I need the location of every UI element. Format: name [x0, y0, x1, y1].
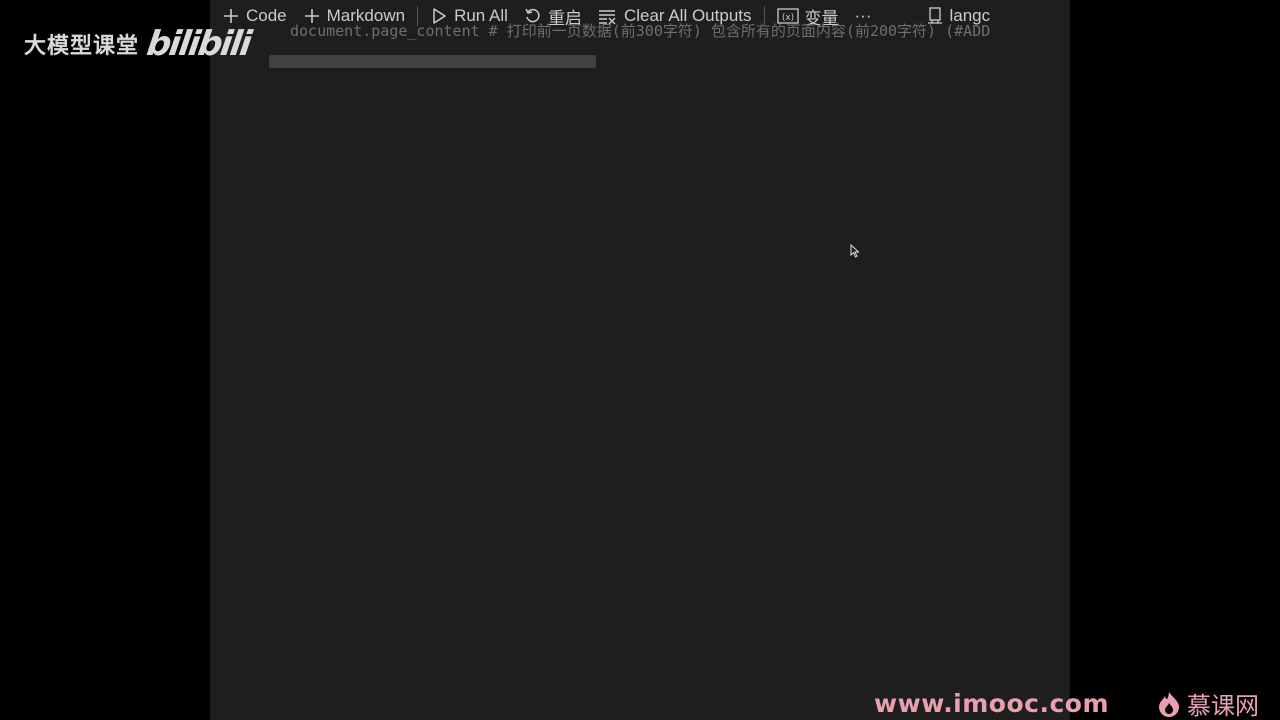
channel-name: 大模型课堂 [24, 34, 140, 59]
flame-logo-icon [1159, 691, 1180, 717]
watermark-url: www.imooc.com [874, 689, 1110, 718]
imooc-brand: 慕课网 [1157, 686, 1259, 720]
imooc-watermark: www.imooc.com 慕课网 [874, 686, 1259, 720]
progress-fill [269, 55, 596, 68]
screen: 大模型课堂 bilibili Code Markdown Run All 重启 … [0, 0, 1280, 720]
cell-progress-bar [269, 55, 596, 68]
plus-icon [224, 9, 238, 23]
cell-code-line[interactable]: document.page_content # 打印前一页数据(前300字符) … [290, 22, 1070, 40]
notebook-editor: Code Markdown Run All 重启 Clear All Outpu… [210, 0, 1070, 720]
mouse-cursor-icon [850, 244, 860, 258]
brand-name: 慕课网 [1187, 692, 1260, 720]
channel-watermark: 大模型课堂 bilibili [24, 24, 253, 64]
bilibili-logo: bilibili [144, 24, 253, 64]
code-button-label: Code [246, 6, 287, 25]
